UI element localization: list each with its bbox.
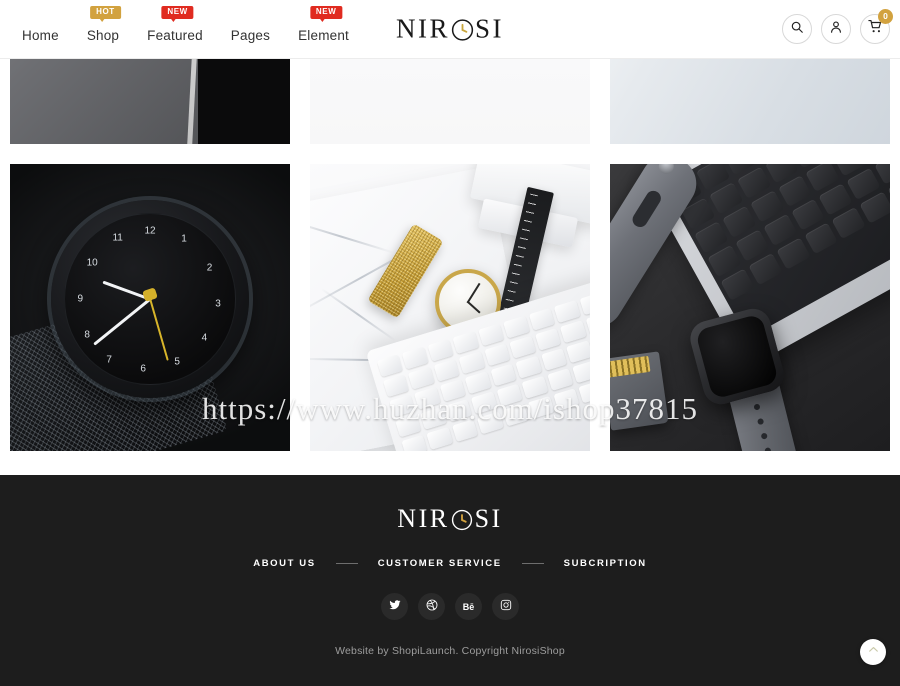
nav-label: Home: [22, 27, 59, 43]
social-twitter-button[interactable]: [381, 593, 408, 620]
search-icon: [790, 20, 804, 39]
footer-link-subcription[interactable]: SUBCRIPTION: [564, 558, 647, 569]
site-footer: NIR SI ABOUT US CUSTOMER SERVICE SUBCRIP…: [0, 475, 900, 686]
nav-label: Element: [298, 27, 350, 43]
social-instagram-button[interactable]: [492, 593, 519, 620]
main-navigation: Home HOT Shop NEW Featured Pages NEW Ele…: [0, 0, 363, 58]
footer-link-about-us[interactable]: ABOUT US: [253, 558, 315, 569]
gallery-grid-top: cor ve Corp: [10, 59, 890, 144]
footer-logo-text-left: NIR: [397, 504, 450, 533]
footer-link-divider: [335, 563, 358, 564]
gallery-item-2[interactable]: [310, 59, 590, 144]
scroll-to-top-button[interactable]: [860, 639, 886, 665]
logo-text-left: NIR: [395, 13, 450, 44]
user-icon: [829, 20, 843, 39]
nav-badge-new: NEW: [309, 5, 343, 22]
social-links: Bē: [0, 593, 900, 620]
gallery-image-2: [310, 59, 590, 144]
search-button[interactable]: [782, 14, 812, 44]
dribbble-icon: [426, 598, 438, 616]
footer-link-customer-service[interactable]: CUSTOMER SERVICE: [378, 558, 502, 569]
product-gallery: cor ve Corp 12 1 2 3: [0, 59, 900, 475]
gallery-image-6: [610, 164, 890, 451]
cart-button[interactable]: 0: [860, 9, 893, 44]
header-action-icons: 0: [782, 9, 893, 44]
logo-text-right: SI: [474, 13, 505, 44]
nav-item-shop[interactable]: HOT Shop: [73, 5, 133, 43]
nav-label: Pages: [230, 27, 271, 43]
gallery-item-1[interactable]: cor ve Corp: [10, 59, 290, 144]
nav-badge-hot: HOT: [90, 5, 121, 22]
gallery-item-5[interactable]: [310, 164, 590, 451]
gallery-image-4: 12 1 2 3 4 5 6 7 8 9 10 11: [10, 164, 290, 451]
nav-label: Shop: [86, 27, 120, 43]
copyright-text: Website by ShopiLaunch. Copyright Nirosi…: [335, 645, 565, 657]
chevron-up-icon: [867, 643, 880, 661]
site-header: Home HOT Shop NEW Featured Pages NEW Ele…: [0, 0, 900, 59]
site-logo[interactable]: NIR SI: [396, 14, 504, 45]
footer-logo-text-right: SI: [474, 504, 503, 533]
instagram-icon: [500, 598, 512, 616]
nav-item-element[interactable]: NEW Element: [284, 5, 363, 43]
footer-logo-clock-icon: [451, 508, 474, 531]
footer-link-divider: [521, 563, 544, 564]
gallery-item-4[interactable]: 12 1 2 3 4 5 6 7 8 9 10 11: [10, 164, 290, 451]
gallery-item-6[interactable]: [610, 164, 890, 451]
logo-clock-icon: [451, 18, 474, 41]
footer-links: ABOUT US CUSTOMER SERVICE SUBCRIPTION: [0, 558, 900, 569]
gallery-image-5: [310, 164, 590, 451]
social-behance-button[interactable]: Bē: [455, 593, 482, 620]
gallery-image-3: [610, 59, 890, 144]
nav-item-featured[interactable]: NEW Featured: [133, 5, 217, 43]
behance-icon: Bē: [462, 601, 475, 612]
nav-item-pages[interactable]: Pages: [217, 27, 284, 43]
gallery-image-1: cor ve Corp: [10, 59, 290, 144]
nav-badge-new: NEW: [161, 5, 194, 22]
gallery-item-3[interactable]: [610, 59, 890, 144]
account-button[interactable]: [821, 14, 851, 44]
social-dribbble-button[interactable]: [418, 593, 445, 620]
nav-badge-label: NEW: [315, 7, 337, 16]
cart-count-badge: 0: [878, 9, 893, 24]
nav-item-home[interactable]: Home: [20, 27, 73, 43]
gallery-grid-bottom: 12 1 2 3 4 5 6 7 8 9 10 11: [10, 164, 890, 451]
nav-label: Featured: [147, 27, 203, 43]
nav-badge-label: HOT: [96, 7, 115, 16]
footer-logo[interactable]: NIR SI: [0, 504, 900, 534]
nav-badge-label: NEW: [167, 7, 188, 16]
twitter-icon: [389, 598, 401, 616]
